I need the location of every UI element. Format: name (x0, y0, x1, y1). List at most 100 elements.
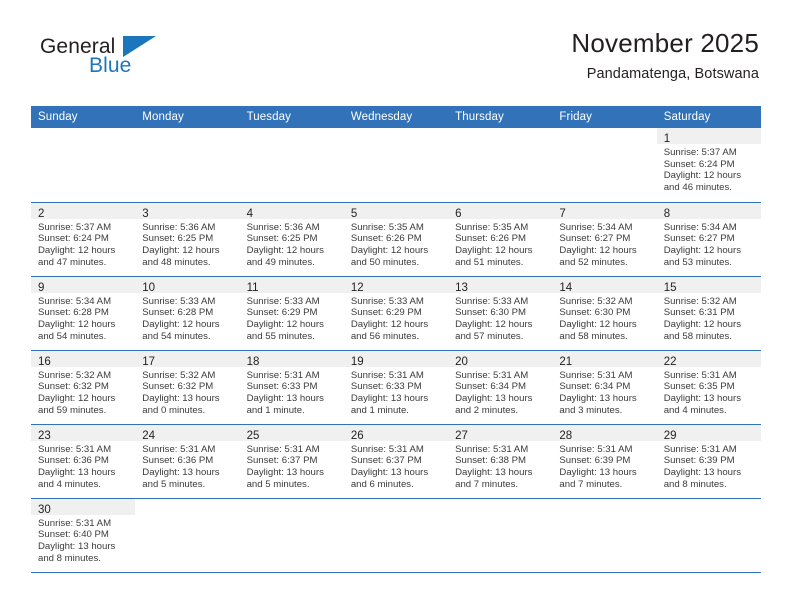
sunset-text: Sunset: 6:35 PM (663, 381, 735, 393)
general-blue-logo[interactable]: General Blue (31, 28, 181, 80)
day-number-band: 3 (135, 202, 240, 220)
calendar-day-cell[interactable]: 4 Sunrise: 5:36 AM Sunset: 6:25 PM Daylight… (239, 202, 344, 277)
calendar-day-cell[interactable]: 8 Sunrise: 5:34 AM Sunset: 6:27 PM Daylight… (656, 202, 761, 277)
sunrise-text: Sunrise: 5:36 AM (246, 221, 320, 233)
calendar-day-cell[interactable]: 14 Sunrise: 5:32 AM Sunset: 6:30 PM Dayligh… (552, 276, 657, 351)
day-cell-content: 30 Sunrise: 5:31 AM Sunset: 6:40 PM Dayligh… (31, 498, 136, 572)
sunset-text: Sunset: 6:30 PM (559, 307, 631, 319)
sunrise-text: Sunrise: 5:31 AM (559, 369, 633, 381)
calendar-day-cell[interactable]: 5 Sunrise: 5:35 AM Sunset: 6:26 PM Daylight… (343, 202, 449, 277)
calendar-day-cell[interactable]: 10 Sunrise: 5:33 AM Sunset: 6:28 PM Dayligh… (135, 276, 240, 351)
daylight-text: Daylight: 12 hours (246, 318, 324, 330)
daylight-text: and 50 minutes. (350, 256, 420, 268)
day-number-band: 1 (656, 128, 761, 145)
calendar-day-cell[interactable]: 30 Sunrise: 5:31 AM Sunset: 6:40 PM Dayligh… (31, 498, 136, 573)
day-cell-content (31, 128, 135, 201)
calendar-day-cell[interactable]: 22 Sunrise: 5:31 AM Sunset: 6:35 PM Dayligh… (656, 350, 761, 425)
sun-info: Sunrise: 5:35 AM Sunset: 6:26 PM Daylight:… (448, 219, 552, 269)
sunset-text: Sunset: 6:25 PM (142, 233, 214, 245)
day-number: 14 (559, 281, 573, 294)
calendar-empty-cell (552, 498, 657, 573)
sun-info: Sunrise: 5:31 AM Sunset: 6:36 PM Daylight:… (31, 441, 135, 491)
day-cell-content: 16 Sunrise: 5:32 AM Sunset: 6:32 PM Dayligh… (31, 350, 136, 424)
day-cell-content: 14 Sunrise: 5:32 AM Sunset: 6:30 PM Dayligh… (552, 276, 657, 350)
sun-info: Sunrise: 5:31 AM Sunset: 6:34 PM Daylight:… (448, 367, 552, 417)
calendar-day-cell[interactable]: 23 Sunrise: 5:31 AM Sunset: 6:36 PM Dayligh… (31, 424, 136, 499)
day-number-band (448, 499, 552, 515)
daylight-text: and 4 minutes. (38, 478, 101, 490)
sunrise-text: Sunrise: 5:31 AM (38, 517, 112, 529)
calendar-day-cell[interactable]: 1 Sunrise: 5:37 AM Sunset: 6:24 PM Daylight… (656, 128, 761, 203)
sunset-text: Sunset: 6:27 PM (559, 233, 631, 245)
calendar-day-cell[interactable]: 7 Sunrise: 5:34 AM Sunset: 6:27 PM Daylight… (552, 202, 657, 277)
calendar-day-cell[interactable]: 9 Sunrise: 5:34 AM Sunset: 6:28 PM Daylight… (31, 276, 136, 351)
calendar-day-cell[interactable]: 21 Sunrise: 5:31 AM Sunset: 6:34 PM Dayligh… (552, 350, 657, 425)
sun-info: Sunrise: 5:36 AM Sunset: 6:25 PM Daylight:… (135, 219, 239, 269)
calendar-day-cell[interactable]: 13 Sunrise: 5:33 AM Sunset: 6:30 PM Dayligh… (448, 276, 553, 351)
day-cell-content: 3 Sunrise: 5:36 AM Sunset: 6:25 PM Daylight… (135, 202, 240, 276)
calendar-day-cell[interactable]: 27 Sunrise: 5:31 AM Sunset: 6:38 PM Dayligh… (448, 424, 553, 499)
day-number: 6 (455, 207, 462, 220)
daylight-text: Daylight: 13 hours (38, 466, 116, 478)
day-number: 26 (350, 429, 364, 442)
daylight-text: Daylight: 13 hours (663, 466, 742, 478)
day-number-band (448, 128, 552, 144)
day-cell-content: 7 Sunrise: 5:34 AM Sunset: 6:27 PM Daylight… (552, 202, 657, 276)
sunset-text: Sunset: 6:34 PM (455, 381, 527, 393)
calendar-day-cell[interactable]: 16 Sunrise: 5:32 AM Sunset: 6:32 PM Dayligh… (31, 350, 136, 425)
sunset-text: Sunset: 6:33 PM (246, 381, 318, 393)
day-number-band: 25 (239, 424, 344, 442)
day-cell-content: 12 Sunrise: 5:33 AM Sunset: 6:29 PM Dayligh… (343, 276, 449, 350)
calendar-day-cell[interactable]: 25 Sunrise: 5:31 AM Sunset: 6:37 PM Dayligh… (239, 424, 344, 499)
sunset-text: Sunset: 6:39 PM (663, 455, 735, 467)
calendar-day-cell[interactable]: 28 Sunrise: 5:31 AM Sunset: 6:39 PM Dayligh… (552, 424, 657, 499)
calendar-day-cell[interactable]: 17 Sunrise: 5:32 AM Sunset: 6:32 PM Dayligh… (135, 350, 240, 425)
sunset-text: Sunset: 6:39 PM (559, 455, 631, 467)
day-cell-content: 25 Sunrise: 5:31 AM Sunset: 6:37 PM Dayligh… (239, 424, 344, 498)
sun-info: Sunrise: 5:31 AM Sunset: 6:33 PM Daylight:… (344, 367, 448, 417)
calendar-day-cell[interactable]: 6 Sunrise: 5:35 AM Sunset: 6:26 PM Daylight… (448, 202, 553, 277)
daylight-text: and 56 minutes. (350, 330, 420, 342)
daylight-text: and 2 minutes. (455, 404, 519, 416)
daylight-text: Daylight: 13 hours (38, 540, 116, 552)
calendar-day-cell[interactable]: 3 Sunrise: 5:36 AM Sunset: 6:25 PM Daylight… (135, 202, 240, 277)
daylight-text: and 4 minutes. (663, 404, 727, 416)
calendar-day-cell[interactable]: 15 Sunrise: 5:32 AM Sunset: 6:31 PM Dayligh… (656, 276, 761, 351)
daylight-text: and 51 minutes. (455, 256, 524, 268)
day-cell-content: 9 Sunrise: 5:34 AM Sunset: 6:28 PM Daylight… (31, 276, 136, 350)
day-number-band: 29 (656, 424, 761, 442)
calendar-day-cell[interactable]: 20 Sunrise: 5:31 AM Sunset: 6:34 PM Dayligh… (448, 350, 553, 425)
calendar-day-cell[interactable]: 11 Sunrise: 5:33 AM Sunset: 6:29 PM Dayligh… (239, 276, 344, 351)
calendar-day-cell[interactable]: 12 Sunrise: 5:33 AM Sunset: 6:29 PM Dayligh… (343, 276, 449, 351)
daylight-text: Daylight: 13 hours (142, 466, 220, 478)
weekday-headers: Sunday Monday Tuesday Wednesday Thursday Frid… (31, 106, 761, 128)
calendar-empty-cell (31, 128, 136, 203)
sunset-text: Sunset: 6:26 PM (350, 233, 422, 245)
calendar-day-cell[interactable]: 29 Sunrise: 5:31 AM Sunset: 6:39 PM Dayligh… (656, 424, 761, 499)
day-cell-content (135, 499, 239, 572)
calendar-empty-cell (656, 498, 761, 573)
day-number: 29 (663, 429, 677, 442)
calendar-day-cell[interactable]: 18 Sunrise: 5:31 AM Sunset: 6:33 PM Dayligh… (239, 350, 344, 425)
day-number: 24 (142, 429, 156, 442)
day-number: 8 (663, 207, 671, 220)
day-number-band: 8 (656, 202, 761, 220)
sunset-text: Sunset: 6:29 PM (246, 307, 318, 319)
sunset-text: Sunset: 6:37 PM (246, 455, 318, 467)
day-number-band: 19 (343, 350, 449, 368)
calendar-day-cell[interactable]: 2 Sunrise: 5:37 AM Sunset: 6:24 PM Daylight… (31, 202, 136, 277)
daylight-text: and 1 minute. (350, 404, 409, 416)
day-number-band (31, 128, 135, 144)
daylight-text: and 8 minutes. (38, 552, 101, 564)
calendar-week-row: 9 Sunrise: 5:34 AM Sunset: 6:28 PM Daylight… (31, 276, 761, 351)
calendar-day-cell[interactable]: 26 Sunrise: 5:31 AM Sunset: 6:37 PM Dayligh… (343, 424, 449, 499)
calendar-empty-cell (552, 128, 657, 203)
sun-info: Sunrise: 5:35 AM Sunset: 6:26 PM Daylight:… (344, 219, 448, 269)
calendar-week-row: 1 Sunrise: 5:37 AM Sunset: 6:24 PM Daylight… (31, 128, 761, 203)
day-number-band: 20 (448, 350, 553, 368)
day-cell-content: 20 Sunrise: 5:31 AM Sunset: 6:34 PM Dayligh… (448, 350, 553, 424)
calendar-day-cell[interactable]: 19 Sunrise: 5:31 AM Sunset: 6:33 PM Dayligh… (343, 350, 449, 425)
day-cell-content: 4 Sunrise: 5:36 AM Sunset: 6:25 PM Daylight… (239, 202, 344, 276)
sunset-text: Sunset: 6:36 PM (38, 455, 109, 467)
calendar-day-cell[interactable]: 24 Sunrise: 5:31 AM Sunset: 6:36 PM Dayligh… (135, 424, 240, 499)
